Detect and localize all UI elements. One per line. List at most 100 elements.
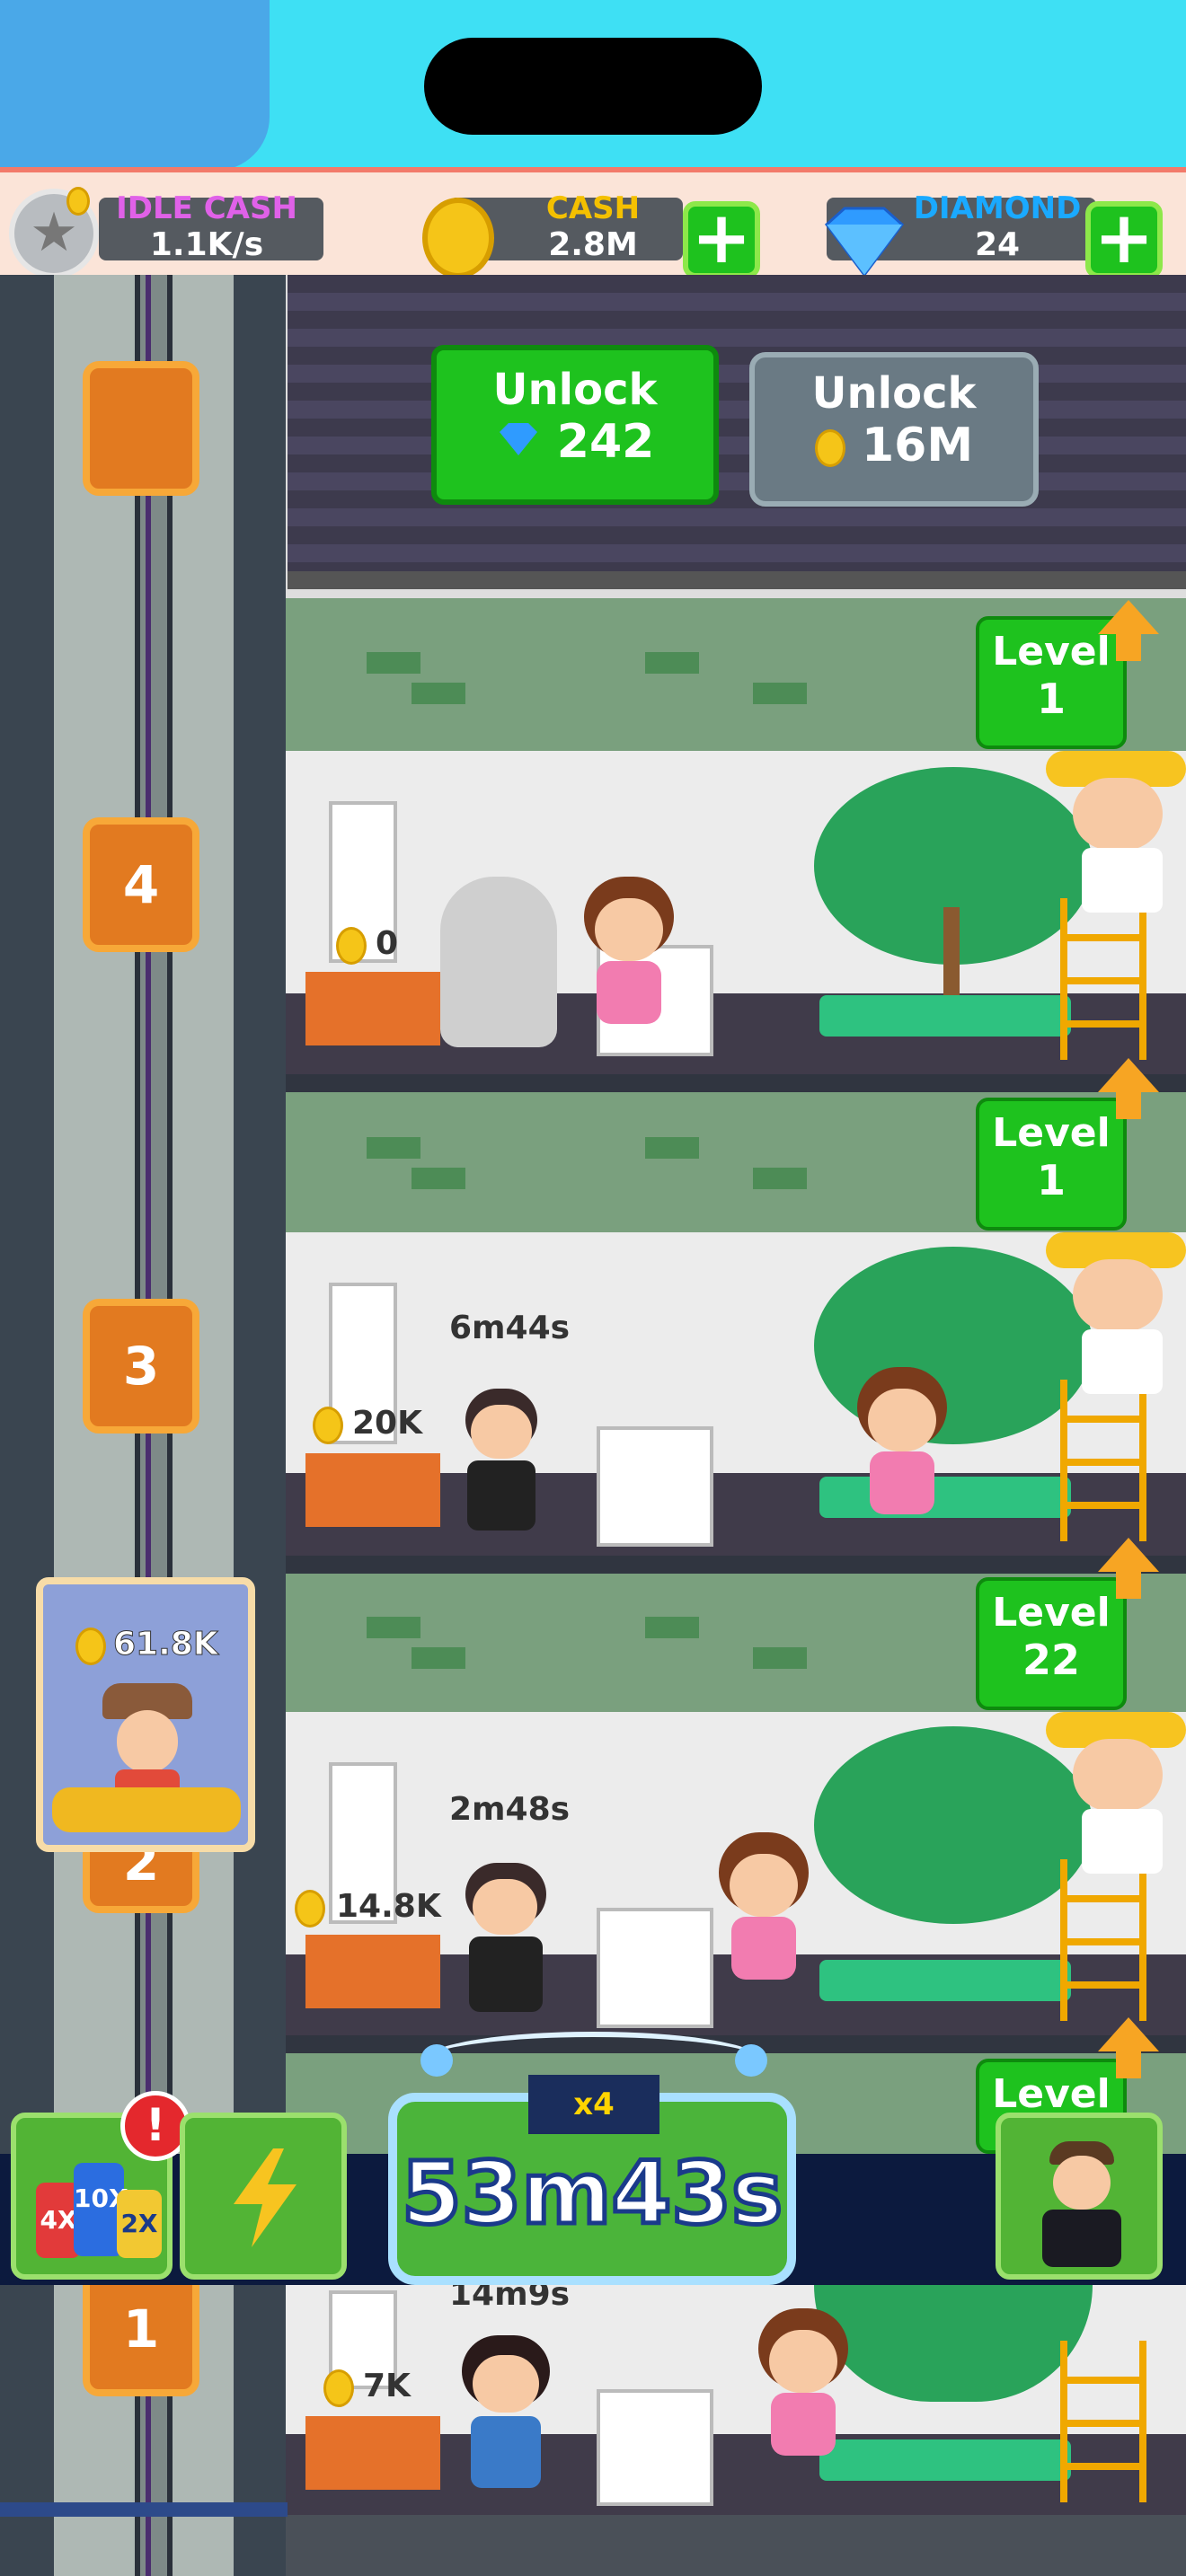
floor-1-coins: 7K [363,2368,411,2404]
worker-girl[interactable] [715,1832,812,1999]
boost-multiplier: x4 [528,2075,659,2134]
brick [367,652,420,674]
ladder [1060,2341,1146,2502]
cash-label: CASH [545,190,641,226]
desk [305,1453,440,1527]
coin-icon [295,1890,325,1928]
brick [367,1617,420,1638]
brick [753,683,807,704]
manager-button[interactable] [996,2113,1163,2280]
cash-coin-icon [422,198,494,278]
boost-timer-text: 53m43s [399,2141,784,2246]
camera-notch [424,38,762,135]
floor-tag-4[interactable]: 4 [83,817,199,952]
floor-divider [288,571,1186,589]
level-value: 22 [1022,1636,1080,1684]
unlock-coin-cost-row: 16M [755,419,1033,472]
arc-node-right [735,2044,767,2077]
unlock-coin-button[interactable]: Unlock 16M [749,352,1039,507]
idle-cash-value: 1.1K/s [149,226,264,263]
coin-icon [814,429,845,467]
brick [412,683,465,704]
worker-girl[interactable] [580,877,677,1044]
brick [412,1168,465,1189]
idle-cash-label: IDLE CASH [116,190,297,226]
tree-planter [819,995,1071,1037]
empty-worker-slot[interactable] [440,877,557,1047]
floor-2-timer: 2m48s [449,1791,571,1828]
unlock-coin-title: Unlock [811,368,977,419]
unlock-diamond-title: Unlock [492,365,658,415]
brick [367,1137,420,1159]
arc-node-left [420,2044,453,2077]
unlock-diamond-cost: 242 [556,415,655,469]
elevator-car[interactable]: 61.8K [36,1577,255,1852]
gardener[interactable] [1046,1712,1186,1874]
gardener[interactable] [1046,751,1186,913]
brick [645,652,699,674]
desk [305,972,440,1045]
ladder [1060,1380,1146,1541]
manager-icon [1037,2141,1127,2267]
brick [753,1647,807,1669]
brick [645,1617,699,1638]
tree-planter [819,2439,1071,2481]
brick [412,1647,465,1669]
potion-yellow: 2X [117,2190,162,2258]
floor-divider [286,1556,1186,1574]
ground [286,2515,1186,2576]
coin-icon [323,2369,354,2407]
coin-icon [313,1407,343,1444]
diamond-icon [818,205,911,278]
diamond-value: 24 [974,226,1021,263]
worker-girl-blue[interactable] [456,2335,555,2493]
lightning-boost-button[interactable] [180,2113,347,2280]
floor-tag-3[interactable]: 3 [83,1299,199,1434]
tree-planter [819,1960,1071,2001]
upgrade-arrow-icon [1098,1058,1159,1119]
top-resource-bar: ★ IDLE CASH 1.1K/s CASH 2.8M + DIAMOND 2… [0,167,1186,280]
coin-icon [336,927,367,965]
locked-floor [288,275,1186,589]
cloud-decoration [0,0,270,171]
ladder [1060,898,1146,1060]
desk [305,1935,440,2008]
floor-2-coins: 14.8K [336,1888,441,1925]
ladder [1060,1859,1146,2021]
upgrade-arrow-icon [1098,2017,1159,2078]
upgrade-arrow-icon [1098,1538,1159,1599]
shelf [597,1908,713,2028]
desk [305,2416,440,2490]
diamond-icon [499,423,537,455]
floor-divider [286,1074,1186,1092]
add-diamond-button[interactable]: + [1085,201,1163,278]
level-value: 1 [1036,1156,1066,1204]
unlock-diamond-cost-row: 242 [437,415,713,469]
floor-4-coins: 0 [376,925,399,962]
floor-3-coins: 20K [352,1405,422,1442]
floor-3-timer: 6m44s [449,1310,571,1346]
floor-tag-locked [83,361,199,496]
shelf [597,2389,713,2506]
brick [645,1137,699,1159]
tree-trunk [943,907,960,997]
worker-suit[interactable] [456,1389,546,1532]
level-value: 1 [1036,675,1066,723]
upgrade-arrow-icon [1098,600,1159,661]
cash-value: 2.8M [548,226,638,263]
elevator-coins: 61.8K [113,1626,219,1663]
diamond-label: DIAMOND [913,190,1082,226]
gold-pile [52,1787,241,1832]
coin-icon [66,187,90,216]
shelf [597,1426,713,1547]
worker-girl[interactable] [854,1367,951,1534]
unlock-coin-cost: 16M [862,419,974,472]
worker-suit[interactable] [456,1863,555,2016]
ground-line [0,2502,288,2517]
brick [753,1168,807,1189]
lightning-icon [234,2148,296,2247]
gardener[interactable] [1046,1232,1186,1394]
worker-girl[interactable] [755,2308,852,2475]
add-cash-button[interactable]: + [683,201,760,278]
unlock-diamond-button[interactable]: Unlock 242 [431,345,719,505]
